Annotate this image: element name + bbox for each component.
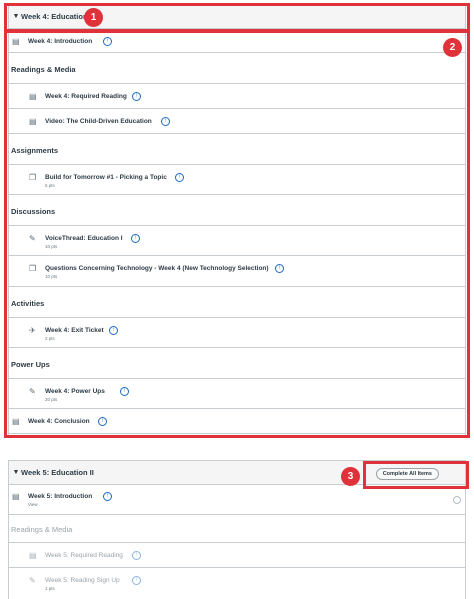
mastery-paths-icon[interactable]: ↑: [103, 492, 112, 501]
mastery-paths-icon[interactable]: ↑: [275, 264, 284, 273]
requirement-label: View: [28, 502, 38, 507]
page-icon: ▤: [12, 37, 20, 46]
subheader-row: Power Ups: [9, 348, 465, 379]
complete-all-items-button[interactable]: Complete All Items: [375, 468, 439, 480]
module-title: Week 5: Education II: [21, 468, 94, 477]
module-item-row[interactable]: ▤ Week 4: Introduction ↑: [9, 29, 465, 53]
subheader-title: Discussions: [11, 207, 56, 216]
module-item-row[interactable]: ❐ Questions Concerning Technology - Week …: [9, 256, 465, 287]
module-item-row[interactable]: ❐ Build for Tomorrow #1 - Picking a Topic…: [9, 165, 465, 195]
subheader-title: Activities: [11, 299, 45, 308]
module-week-5: ▼ Week 5: Education II Complete All Item…: [8, 460, 466, 599]
callout-badge-2: 2: [443, 38, 462, 57]
subheader-title: Readings & Media: [11, 65, 76, 74]
module-item-title-link[interactable]: Week 4: Introduction: [28, 38, 92, 45]
subheader-row: Discussions: [9, 195, 465, 226]
mastery-paths-icon[interactable]: ↑: [131, 234, 140, 243]
module-header[interactable]: ▼ Week 5: Education II Complete All Item…: [9, 461, 465, 485]
mastery-paths-icon[interactable]: ↑: [175, 173, 184, 182]
points-label: 2 pts: [45, 336, 55, 341]
page-icon: ▤: [29, 117, 37, 126]
mastery-paths-icon[interactable]: ↑: [132, 576, 141, 585]
module-items-list: ▤ Week 4: Introduction ↑ Readings & Media ▤ W…: [9, 29, 465, 434]
module-item-row[interactable]: ▤ Week 5: Required Reading ↑: [9, 543, 465, 568]
collapse-caret-icon[interactable]: ▼: [11, 469, 21, 476]
module-items-list: ▤ Week 5: Introduction ↑ View Readings & Med…: [9, 485, 465, 599]
subheader-title: Assignments: [11, 146, 59, 155]
module-item-row[interactable]: ▤ Week 5: Introduction ↑ View: [9, 485, 465, 515]
module-title: Week 4: Education I: [21, 12, 92, 21]
subheader-row: Activities: [9, 287, 465, 318]
mastery-paths-icon[interactable]: ↑: [103, 37, 112, 46]
module-item-title-link[interactable]: Week 5: Reading Sign Up: [45, 577, 120, 584]
mastery-paths-icon[interactable]: ↑: [161, 117, 170, 126]
mastery-paths-icon[interactable]: ↑: [98, 417, 107, 426]
module-item-row[interactable]: ▤ Week 4: Conclusion ↑: [9, 409, 465, 434]
module-item-title-link[interactable]: Week 4: Exit Ticket: [45, 327, 104, 334]
points-label: 5 pts: [45, 183, 55, 188]
quiz-rocket-icon: ✈: [29, 326, 36, 335]
subheader-row: Assignments: [9, 134, 465, 165]
discussion-icon: ❐: [29, 173, 37, 182]
module-item-title-link[interactable]: Video: The Child-Driven Education: [45, 118, 152, 125]
module-item-title-link[interactable]: Build for Tomorrow #1 - Picking a Topic: [45, 174, 167, 181]
module-item-title-link[interactable]: Week 5: Required Reading: [45, 552, 123, 559]
module-item-row[interactable]: ✎ Week 4: Power Ups ↑ 20 pts: [9, 379, 465, 409]
module-item-title-link[interactable]: Week 5: Introduction: [28, 493, 92, 500]
points-label: 10 pts: [45, 244, 58, 249]
module-item-row[interactable]: ▤ Video: The Child-Driven Education ↑: [9, 109, 465, 134]
module-item-title-link[interactable]: Questions Concerning Technology - Week 4…: [45, 265, 269, 272]
module-item-row[interactable]: ✎ Week 5: Reading Sign Up ↑ 1 pts: [9, 568, 465, 599]
subheader-title: Readings & Media: [11, 525, 73, 534]
module-item-title-link[interactable]: Week 4: Required Reading: [45, 93, 127, 100]
assignment-icon: ✎: [29, 387, 36, 396]
points-label: 1 pts: [45, 586, 55, 591]
mastery-paths-icon[interactable]: ↑: [109, 326, 118, 335]
points-label: 20 pts: [45, 397, 58, 402]
collapse-caret-icon[interactable]: ▼: [11, 13, 21, 20]
mastery-paths-icon[interactable]: ↑: [120, 387, 129, 396]
module-item-title-link[interactable]: Week 4: Power Ups: [45, 388, 105, 395]
module-item-row[interactable]: ▤ Week 4: Required Reading ↑: [9, 84, 465, 109]
mastery-paths-icon[interactable]: ↑: [132, 551, 141, 560]
mastery-paths-icon[interactable]: ↑: [132, 92, 141, 101]
completion-status-radio[interactable]: [453, 496, 461, 504]
module-item-title-link[interactable]: VoiceThread: Education I: [45, 235, 123, 242]
discussion-icon: ❐: [29, 264, 37, 273]
subheader-row: Readings & Media: [9, 515, 465, 543]
page-icon: ▤: [12, 492, 20, 501]
page-icon: ▤: [29, 92, 37, 101]
module-header[interactable]: ▼ Week 4: Education I: [9, 5, 465, 29]
module-item-row[interactable]: ✎ VoiceThread: Education I ↑ 10 pts: [9, 226, 465, 256]
page-icon: ▤: [12, 417, 20, 426]
module-week-4: ▼ Week 4: Education I ▤ Week 4: Introduct…: [8, 4, 466, 438]
assignment-icon: ✎: [29, 576, 36, 585]
subheader-title: Power Ups: [11, 360, 50, 369]
module-item-row[interactable]: ✈ Week 4: Exit Ticket ↑ 2 pts: [9, 318, 465, 348]
subheader-row: Readings & Media: [9, 53, 465, 84]
points-label: 10 pts: [45, 274, 58, 279]
page-icon: ▤: [29, 551, 37, 560]
callout-badge-3: 3: [341, 467, 360, 486]
callout-badge-1: 1: [84, 8, 103, 27]
module-item-title-link[interactable]: Week 4: Conclusion: [28, 418, 90, 425]
assignment-icon: ✎: [29, 234, 36, 243]
